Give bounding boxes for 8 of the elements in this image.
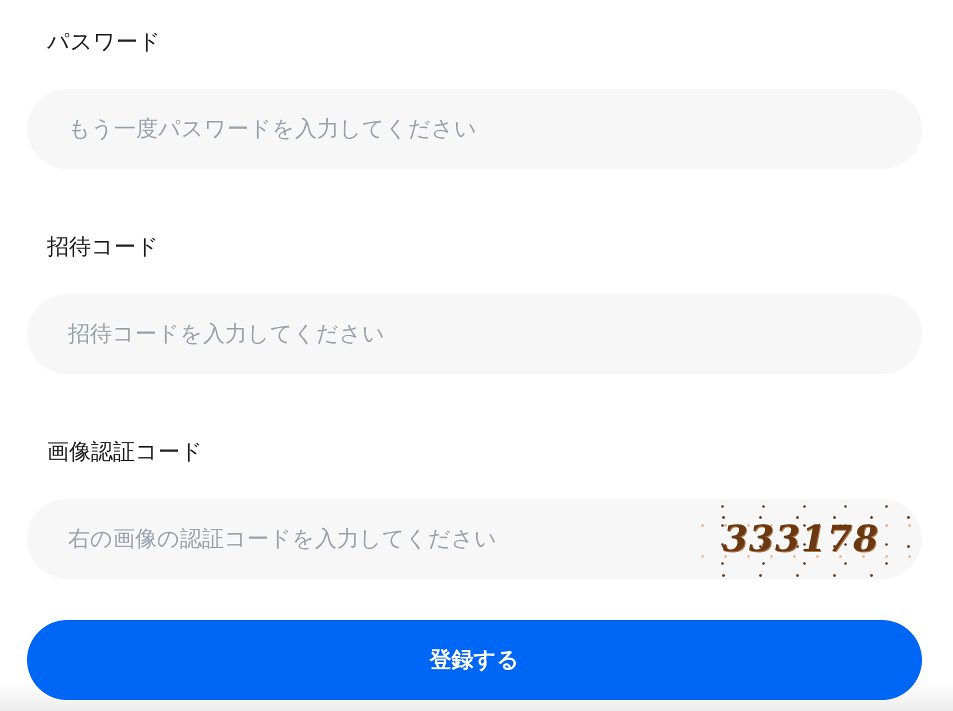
- field-label: 招待コード: [46, 234, 160, 262]
- input-field[interactable]: もう一度パスワードを入力してください: [27, 89, 922, 169]
- field-label: パスワード: [46, 29, 162, 57]
- field-label: 画像認証コード: [46, 439, 204, 467]
- captcha-image[interactable]: 333178: [700, 499, 922, 579]
- register-button[interactable]: 登録する: [27, 620, 922, 700]
- input-field[interactable]: 招待コードを入力してください: [27, 294, 922, 374]
- captcha-input-field[interactable]: 右の画像の認証コードを入力してください: [27, 499, 700, 579]
